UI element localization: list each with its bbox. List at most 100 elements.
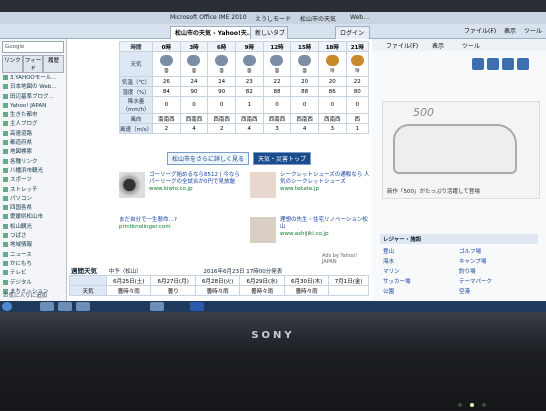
favorite-item[interactable]: ニュース [0, 251, 66, 260]
forecast-temp-cell: 23 [234, 76, 264, 87]
page-icon[interactable] [502, 58, 514, 70]
favorite-item[interactable]: 八幡浜市観光 [0, 167, 66, 176]
favorite-label: 生きた都市 [10, 112, 38, 119]
forecast-time-cell: 0時 [152, 41, 181, 52]
forecast-temp-cell: 20 [290, 76, 319, 87]
forecast-time-cell: 21時 [345, 41, 370, 52]
safety-icon[interactable] [517, 58, 529, 70]
favorite-icon [3, 149, 8, 155]
ie-taskbar-icon[interactable] [40, 302, 54, 311]
favorite-item[interactable]: 各種リンク [0, 158, 66, 167]
favorite-item[interactable]: テレビ [0, 269, 66, 278]
forecast-wind-dir-cell: 西南西 [317, 113, 347, 124]
forecast-wind-dir-cell: 西南西 [290, 113, 319, 124]
favorite-label: テレビ [10, 270, 27, 277]
r-menu-tools[interactable]: ツール [462, 41, 480, 50]
leisure-link[interactable]: 釣り場 [459, 267, 535, 275]
favorite-item[interactable]: ストレッチ [0, 186, 66, 195]
r-menu-file[interactable]: ファイル(F) [386, 41, 418, 50]
more-detail-button[interactable]: 松山市をさらに詳しく見る [167, 152, 250, 165]
favorite-item[interactable]: 松山観光 [0, 223, 66, 232]
leisure-link[interactable]: マリン [383, 267, 459, 275]
favorite-label: 松山観光 [10, 223, 33, 230]
ad-text: 理想の先生・住宅リノベーション松山 [280, 217, 368, 230]
ad-item[interactable]: 理想の先生・住宅リノベーション松山 www.ashijiki.co.jp [250, 217, 372, 247]
forecast-wind-speed-cell: 1 [345, 123, 370, 134]
favorite-item[interactable]: 四国各県 [0, 204, 66, 213]
word-taskbar-icon[interactable] [190, 302, 204, 311]
favorite-item[interactable]: スポーツ [0, 176, 66, 185]
favorite-item[interactable]: 田辺基準ブログ… [0, 93, 66, 102]
leisure-link[interactable]: 空港 [459, 287, 535, 295]
sidebar-search-input[interactable]: Google [2, 41, 64, 53]
favorite-item[interactable]: 生きた都市 [0, 111, 66, 120]
favorite-icon [3, 205, 8, 211]
ad-item[interactable]: シークレットシューズの通販なら 人気のシークレットシューズ www.tekate.… [250, 172, 372, 202]
favorite-item[interactable]: 地図検索 [0, 148, 66, 157]
leisure-link[interactable]: ゴルフ場 [459, 247, 535, 255]
print-icon[interactable] [487, 58, 499, 70]
weather-label: 晴 [330, 68, 335, 74]
favorite-item[interactable]: つばさ [0, 232, 66, 241]
media-taskbar-icon[interactable] [76, 302, 90, 311]
favorite-label: パソコン [10, 195, 33, 202]
forecast-humidity-cell: 84 [152, 86, 181, 97]
tab-new[interactable]: 新しいタブ [250, 26, 288, 40]
tab-weather[interactable]: 松山市の天気 - Yahoo!天... [170, 26, 255, 40]
leisure-link[interactable]: 公園 [383, 287, 459, 295]
mode-status: えうしモード [255, 16, 292, 23]
add-favorite-link[interactable]: お気に入りに追加 [3, 291, 47, 299]
row-label-rain: 降水量（mm/h） [119, 96, 153, 114]
ad-thumbnail [119, 172, 145, 198]
right-panel: ファイル(F) 表示 ツール 500 新作「500」がたっぷり活躍して登場 レジ… [372, 39, 546, 301]
favorite-item[interactable]: 地域情報 [0, 241, 66, 250]
favorite-item[interactable]: かにもち [0, 260, 66, 269]
forecast-time-cell: 9時 [234, 41, 264, 52]
favorite-icon [3, 242, 8, 248]
weekly-updated: 2016年6月23日 17時00分発表 [203, 269, 283, 275]
favorite-icon [3, 177, 8, 183]
forecast-wind-speed-cell: 4 [234, 123, 264, 134]
sidebar-tab-feeds[interactable]: フィード [22, 55, 44, 73]
forecast-humidity-cell: 88 [262, 86, 292, 97]
sidebar-tab-links[interactable]: リンク [2, 55, 23, 73]
leisure-link[interactable]: 海水 [383, 257, 459, 265]
menu-view[interactable]: 表示 [504, 28, 516, 35]
weekly-weather-label: 天気 [69, 285, 107, 296]
favorite-item[interactable]: デジタル [0, 279, 66, 288]
favorite-item[interactable]: Yahoo! JAPAN [0, 102, 66, 111]
title-bar: Microsoft Office IME 2010 えうしモード 松山市の天気 … [0, 12, 546, 24]
favorite-item[interactable]: 3.YAHOOモール… [0, 74, 66, 83]
car-caption: 新作「500」がたっぷり活躍して登場 [387, 189, 480, 195]
favorite-item[interactable]: 主人ブログ [0, 120, 66, 129]
folder-taskbar-icon[interactable] [58, 302, 72, 311]
forecast-weather-cell: 曇 [234, 51, 264, 77]
leisure-link[interactable]: キャンプ場 [459, 257, 535, 265]
favorite-item[interactable]: パソコン [0, 195, 66, 204]
favorite-item[interactable]: 日本地図の Web… [0, 83, 66, 92]
menu-tools[interactable]: ツール [524, 28, 542, 35]
app-taskbar-icon[interactable] [150, 302, 164, 311]
r-menu-view[interactable]: 表示 [432, 41, 444, 50]
leisure-link[interactable]: サッカー場 [383, 277, 459, 285]
start-icon[interactable] [2, 302, 12, 311]
car-logo: 500 [413, 106, 434, 119]
weekly-weather-cell: 曇時々雨 [239, 285, 285, 296]
ad-item[interactable]: まだ自分で一生懸命…? printknolinger.com [119, 217, 247, 247]
favorite-item[interactable]: 愛媛県松山市 [0, 213, 66, 222]
home-icon[interactable] [472, 58, 484, 70]
leisure-link[interactable]: テーマパーク [459, 277, 535, 285]
car-advertisement[interactable]: 500 新作「500」がたっぷり活躍して登場 [382, 101, 540, 199]
leisure-link[interactable]: 登山 [383, 247, 459, 255]
weather-top-button[interactable]: 天気・災害トップ [252, 152, 311, 165]
favorite-item[interactable]: 都道府県 [0, 139, 66, 148]
ad-item[interactable]: ゴーリーグ始めるなら8512 | 今なら パーリーグの全試合が0円で見放題 www… [119, 172, 247, 202]
favorite-item[interactable]: 高速道路 [0, 130, 66, 139]
favorite-icon [3, 167, 8, 173]
favorite-label: 高速道路 [10, 130, 33, 137]
forecast-wind-dir-cell: 西南西 [207, 113, 236, 124]
menu-file[interactable]: ファイル(F) [464, 28, 496, 35]
favorite-label: 地図検索 [10, 149, 33, 156]
sidebar-tab-history[interactable]: 履歴 [43, 55, 65, 73]
tab-login[interactable]: ログイン [335, 26, 370, 40]
